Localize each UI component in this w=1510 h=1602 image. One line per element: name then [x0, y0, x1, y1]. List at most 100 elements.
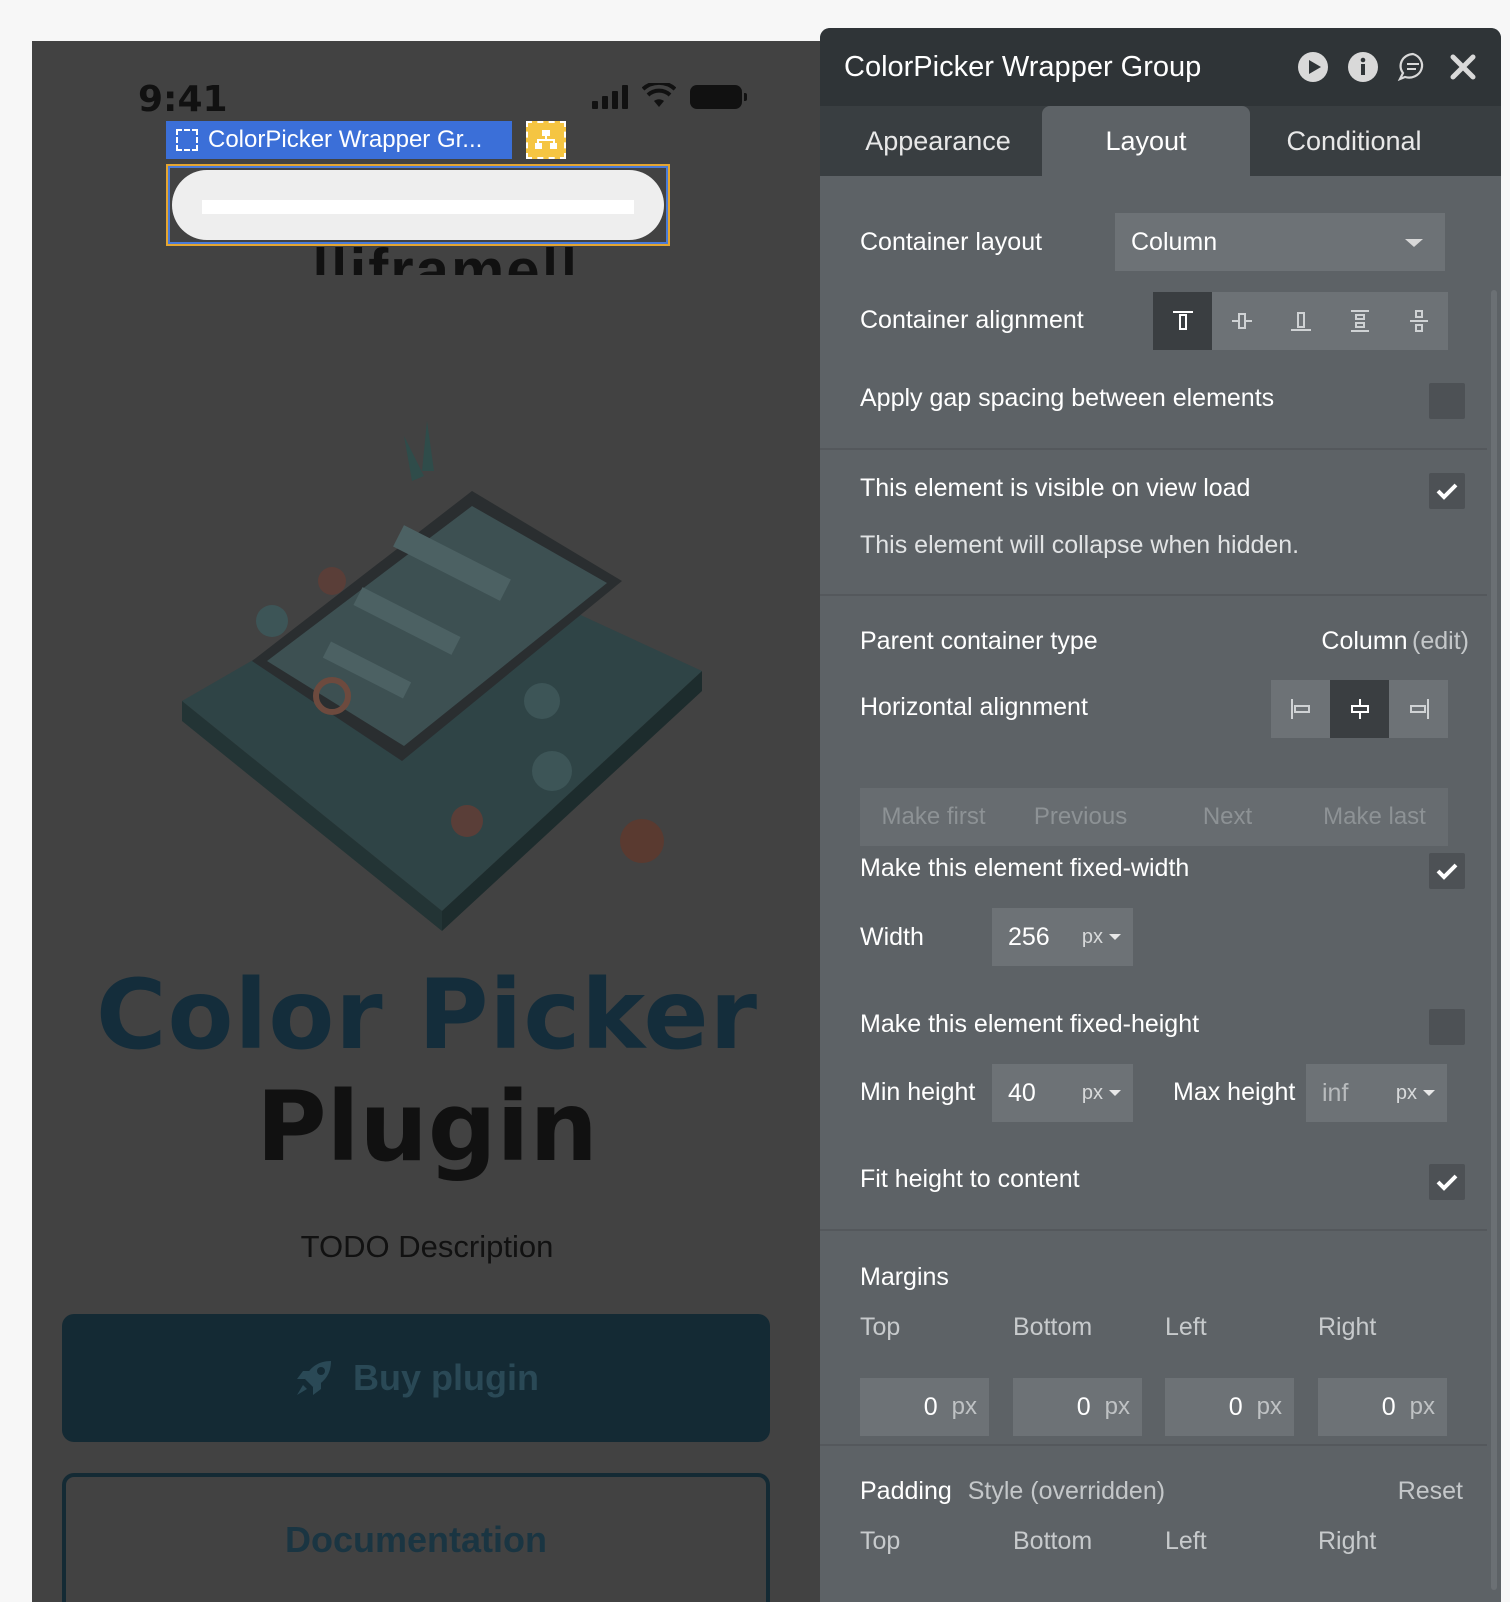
container-alignment-label: Container alignment — [860, 306, 1084, 334]
cellular-signal-icon — [592, 85, 628, 109]
close-icon[interactable] — [1447, 51, 1479, 83]
align-top-button[interactable] — [1153, 292, 1212, 350]
margin-right-input[interactable]: 0 px — [1318, 1378, 1447, 1436]
space-between-button[interactable] — [1330, 292, 1389, 350]
next-button[interactable]: Next — [1154, 788, 1301, 846]
rocket-icon — [297, 1361, 331, 1395]
parent-container-edit-link[interactable]: (edit) — [1412, 627, 1469, 655]
align-right-button[interactable] — [1389, 680, 1448, 738]
panel-scrollbar[interactable] — [1491, 290, 1497, 1590]
margin-right-value: 0 — [1381, 1392, 1396, 1421]
wifi-icon — [642, 83, 676, 107]
hero-title-line2: Plugin — [256, 1071, 598, 1183]
tab-layout[interactable]: Layout — [1042, 106, 1250, 176]
align-horizontal-center-icon — [1350, 699, 1369, 719]
max-height-unit-select[interactable]: px — [1396, 1082, 1435, 1105]
hierarchy-icon — [535, 130, 557, 149]
selection-label[interactable]: ColorPicker Wrapper Gr... — [166, 121, 512, 159]
horizontal-alignment-label: Horizontal alignment — [860, 693, 1088, 721]
visible-on-load-row: This element is visible on view load — [860, 474, 1461, 503]
section-divider — [820, 594, 1487, 596]
gap-spacing-label: Apply gap spacing between elements — [860, 384, 1275, 412]
colorpicker-wrapper-group[interactable] — [166, 164, 670, 246]
color-picker-input[interactable] — [172, 170, 664, 240]
width-input[interactable]: 256 px — [992, 908, 1133, 966]
container-alignment-group — [1153, 292, 1448, 350]
width-unit-select[interactable]: px — [1082, 926, 1121, 949]
gap-spacing-checkbox[interactable] — [1429, 383, 1465, 419]
margin-left-value: 0 — [1228, 1392, 1243, 1421]
chevron-down-icon — [1109, 934, 1121, 940]
fixed-width-checkbox[interactable] — [1429, 853, 1465, 889]
parent-container-label: Parent container type — [860, 627, 1098, 655]
margin-top-input[interactable]: 0 px — [860, 1378, 989, 1436]
property-editor-panel: ColorPicker Wrapper Group Appearance Lay… — [820, 28, 1501, 1602]
align-horizontal-center-button[interactable] — [1330, 680, 1389, 738]
panel-title: ColorPicker Wrapper Group — [844, 50, 1202, 83]
panel-header: ColorPicker Wrapper Group — [820, 28, 1501, 106]
max-height-input[interactable]: inf px — [1306, 1064, 1447, 1122]
min-height-unit-select[interactable]: px — [1082, 1082, 1121, 1105]
padding-row: Padding Style (overridden) Reset — [860, 1477, 1463, 1506]
align-right-icon — [1409, 699, 1429, 719]
min-height-value: 40 — [1008, 1078, 1036, 1107]
documentation-button[interactable]: Documentation — [62, 1473, 770, 1602]
checkmark-icon — [1436, 1174, 1458, 1191]
align-bottom-button[interactable] — [1271, 292, 1330, 350]
fixed-width-label: Make this element fixed-width — [860, 854, 1190, 882]
padding-bottom-label: Bottom — [1013, 1527, 1093, 1555]
margin-top-label: Top — [860, 1313, 901, 1341]
fit-height-row: Fit height to content — [860, 1165, 1461, 1194]
width-value: 256 — [1008, 922, 1050, 951]
make-first-button[interactable]: Make first — [860, 788, 1007, 846]
margin-bottom-input[interactable]: 0 px — [1013, 1378, 1142, 1436]
section-divider — [820, 1444, 1487, 1446]
min-height-input[interactable]: 40 px — [992, 1064, 1133, 1122]
status-icons — [592, 83, 747, 109]
align-bottom-icon — [1290, 312, 1311, 331]
fixed-height-checkbox[interactable] — [1429, 1009, 1465, 1045]
padding-left-label: Left — [1165, 1527, 1207, 1555]
chevron-down-icon — [1405, 239, 1423, 247]
fit-height-checkbox[interactable] — [1429, 1164, 1465, 1200]
parent-container-value-wrap: Column (edit) — [1321, 627, 1469, 656]
collapse-note-row: This element will collapse when hidden. — [860, 531, 1461, 560]
parent-container-row: Parent container type Column (edit) — [860, 627, 1469, 656]
section-divider — [820, 448, 1487, 450]
width-row: Width — [860, 923, 1461, 952]
margins-label: Margins — [860, 1263, 949, 1291]
align-middle-icon — [1231, 313, 1252, 329]
info-icon[interactable] — [1347, 51, 1379, 83]
fixed-height-row: Make this element fixed-height — [860, 1010, 1461, 1039]
comment-icon[interactable] — [1397, 51, 1429, 83]
buy-plugin-button[interactable]: Buy plugin — [62, 1314, 770, 1442]
visible-on-load-checkbox[interactable] — [1429, 473, 1465, 509]
align-left-button[interactable] — [1271, 680, 1330, 738]
min-height-label: Min height — [860, 1078, 976, 1106]
fixed-width-row: Make this element fixed-width — [860, 854, 1461, 883]
space-around-button[interactable] — [1389, 292, 1448, 350]
padding-reset-button[interactable]: Reset — [1398, 1477, 1463, 1506]
container-layout-value: Column — [1131, 227, 1218, 256]
chevron-down-icon — [1109, 1090, 1121, 1096]
container-layout-select[interactable]: Column — [1115, 213, 1445, 271]
select-parent-button[interactable] — [526, 121, 566, 159]
phone-illustration — [182, 421, 702, 931]
margin-right-label: Right — [1318, 1313, 1377, 1341]
align-center-button[interactable] — [1212, 292, 1271, 350]
max-height-value: inf — [1322, 1078, 1349, 1107]
selection-label-text: ColorPicker Wrapper Gr... — [208, 126, 483, 153]
play-icon[interactable] — [1297, 51, 1329, 83]
buy-plugin-label: Buy plugin — [353, 1357, 539, 1398]
margin-left-input[interactable]: 0 px — [1165, 1378, 1294, 1436]
tab-conditional[interactable]: Conditional — [1250, 106, 1458, 176]
space-around-icon — [1409, 310, 1428, 332]
padding-label: Padding — [860, 1477, 952, 1505]
make-last-button[interactable]: Make last — [1301, 788, 1448, 846]
hero-description: TODO Description — [300, 1229, 554, 1264]
margin-right-unit: px — [1409, 1393, 1435, 1420]
previous-button[interactable]: Previous — [1007, 788, 1154, 846]
container-layout-label: Container layout — [860, 228, 1043, 256]
tab-appearance[interactable]: Appearance — [834, 106, 1042, 176]
align-top-icon — [1172, 311, 1193, 330]
